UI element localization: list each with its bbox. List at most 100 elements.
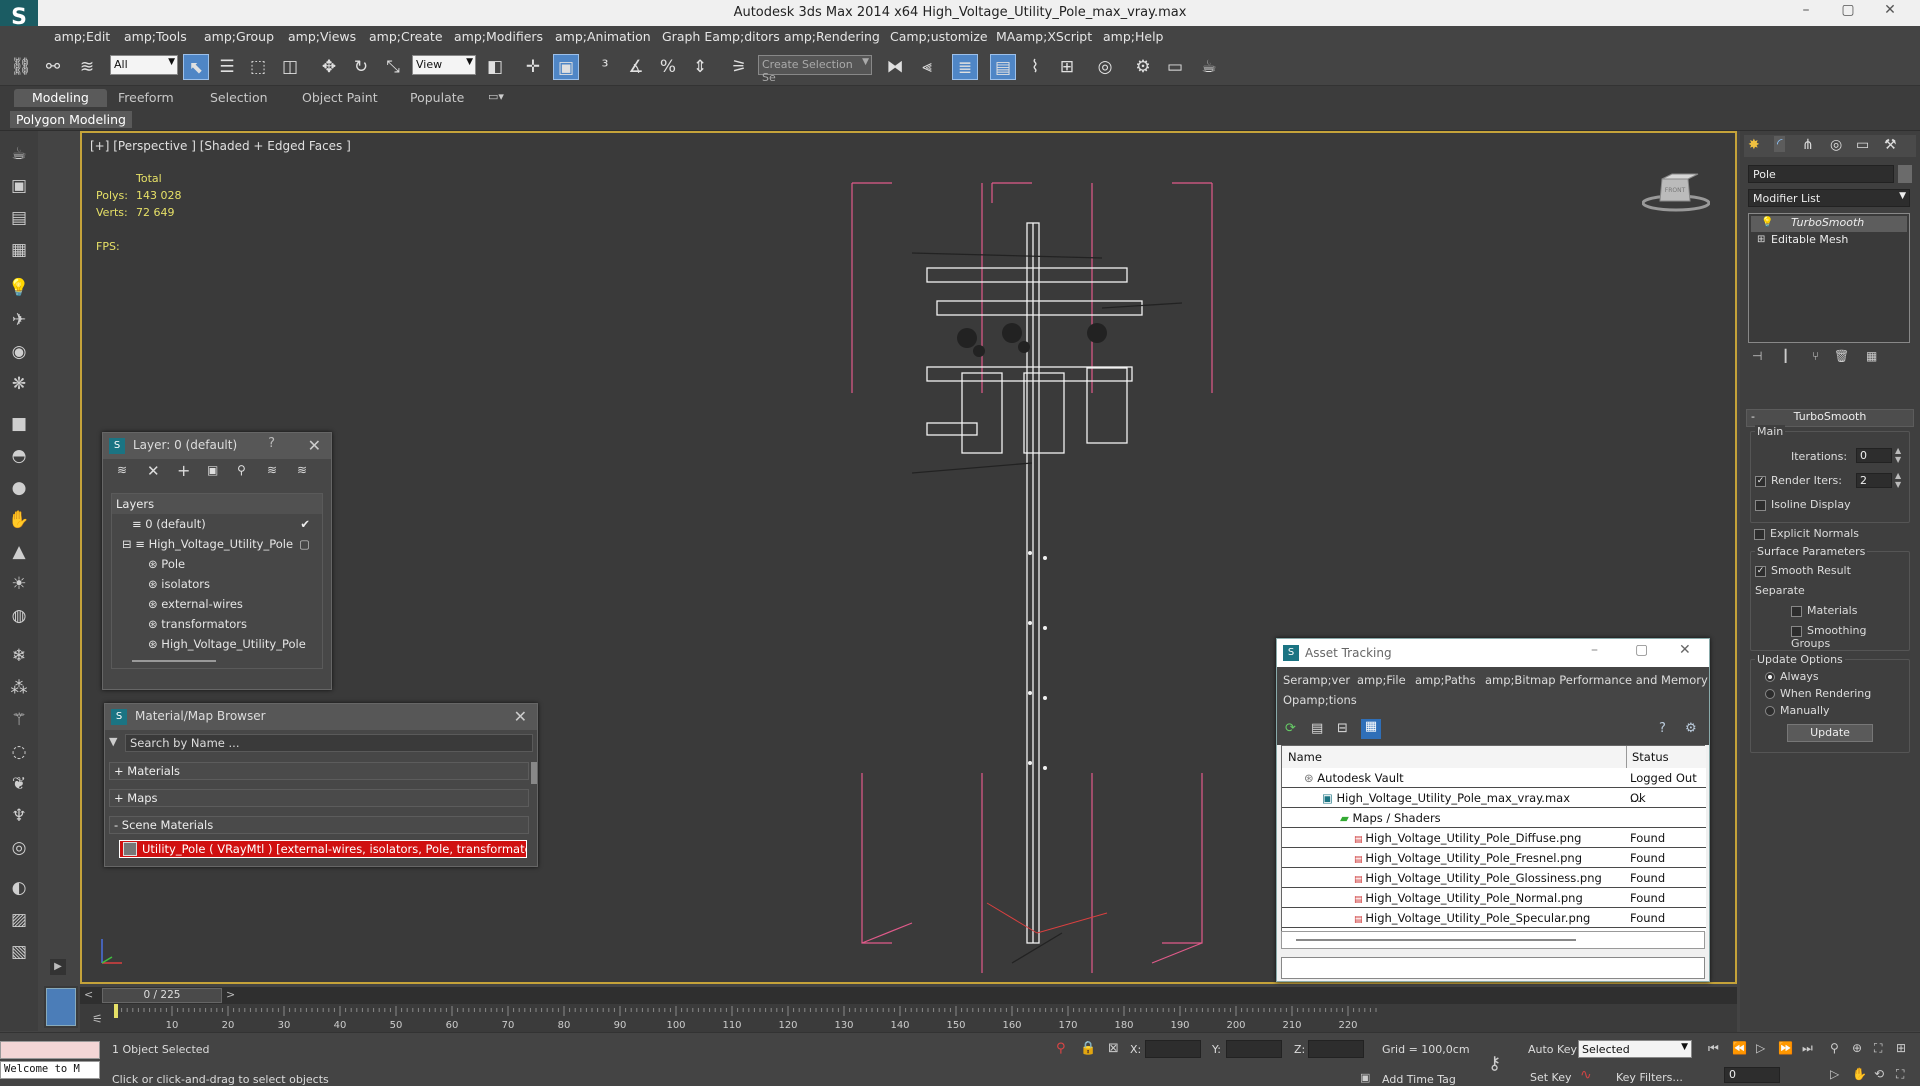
ribbon-toggle-icon[interactable]: ▤ bbox=[990, 54, 1016, 80]
zoom-all-icon[interactable]: ⊕ bbox=[1852, 1041, 1862, 1055]
scene-materials-group[interactable]: - Scene Materials bbox=[109, 816, 529, 834]
menu-tools[interactable]: amp;Tools bbox=[124, 26, 187, 44]
time-tag-icon[interactable]: ▣ bbox=[1360, 1071, 1370, 1084]
menu-options[interactable]: Opamp;tions bbox=[1283, 693, 1357, 707]
bind-spacewarp-icon[interactable]: ≋ bbox=[74, 54, 100, 80]
skeleton-icon[interactable]: ⚚ bbox=[6, 707, 32, 733]
horizontal-scrollbar[interactable] bbox=[132, 660, 216, 662]
maxscript-listener-white[interactable]: Welcome to M bbox=[0, 1061, 100, 1079]
schematic-view-icon[interactable]: ⊞ bbox=[1054, 54, 1080, 80]
close-icon[interactable]: ✕ bbox=[514, 707, 527, 726]
snap-toggle-icon[interactable]: ³ bbox=[592, 54, 618, 80]
go-to-end-icon[interactable]: ⏭ bbox=[1802, 1041, 1813, 1056]
pin-stack-icon[interactable]: ⊣ bbox=[1752, 349, 1762, 363]
viewport-label[interactable]: [+] [Perspective ] [Shaded + Edged Faces… bbox=[90, 139, 351, 153]
rendered-frame-window-icon[interactable]: ▭ bbox=[1162, 54, 1188, 80]
object-color-swatch[interactable] bbox=[1898, 165, 1912, 183]
zoom-icon[interactable]: ⚲ bbox=[1830, 1041, 1839, 1055]
delete-layer-icon[interactable]: ✕ bbox=[147, 462, 160, 480]
freeze-all-layers-icon[interactable]: ≋ bbox=[297, 463, 307, 477]
layers-column-header[interactable]: Layers bbox=[112, 494, 322, 514]
radio-on-icon[interactable] bbox=[1765, 672, 1775, 682]
smoothing-groups-check-icon[interactable] bbox=[1791, 625, 1802, 637]
scale-icon[interactable]: ⤡ bbox=[380, 54, 406, 80]
timeline-toggle-button[interactable] bbox=[46, 988, 76, 1026]
tab-modeling[interactable]: Modeling bbox=[14, 89, 107, 107]
chevron-down-icon[interactable]: ▼ bbox=[109, 735, 117, 748]
texture-icon[interactable]: ◎ bbox=[6, 835, 32, 861]
layer-row-pole-object[interactable]: ⊛ High_Voltage_Utility_Pole bbox=[112, 634, 322, 654]
layer-row-transformators[interactable]: ⊛ transformators bbox=[112, 614, 322, 634]
key-icon[interactable]: ⚷ bbox=[1488, 1053, 1501, 1074]
hierarchy-tab-icon[interactable]: ⋔ bbox=[1802, 137, 1814, 153]
make-unique-icon[interactable]: ⑂ bbox=[1812, 349, 1819, 363]
column-divider[interactable] bbox=[1626, 746, 1627, 768]
zoom-extents-all-icon[interactable]: ⊞ bbox=[1896, 1041, 1906, 1055]
scene-material-item[interactable]: Utility_Pole ( VRayMtl ) [external-wires… bbox=[119, 840, 527, 858]
manually-radio[interactable]: Manually bbox=[1765, 704, 1830, 717]
menu-views[interactable]: amp;Views bbox=[288, 26, 356, 44]
render-iters-check-icon[interactable]: ✓ bbox=[1755, 475, 1766, 487]
render-iters-checkbox[interactable]: ✓ Render Iters: bbox=[1755, 474, 1842, 487]
next-frame-icon[interactable]: > bbox=[226, 988, 235, 1001]
menu-rendering[interactable]: amp;Rendering bbox=[784, 26, 880, 44]
minimize-icon[interactable]: – bbox=[1591, 642, 1598, 658]
render-sphere-icon[interactable]: ◐ bbox=[6, 875, 32, 901]
radio-off-icon[interactable] bbox=[1765, 689, 1775, 699]
dome-icon[interactable]: ◓ bbox=[6, 443, 32, 469]
layer-panel-header[interactable]: S Layer: 0 (default) ? ✕ bbox=[103, 433, 331, 459]
material-browser-header[interactable]: S Material/Map Browser ✕ bbox=[105, 704, 537, 730]
pan-view-icon[interactable]: ✋ bbox=[1852, 1067, 1867, 1081]
render-iters-spinner[interactable]: 2 bbox=[1856, 473, 1892, 488]
layer-row-default[interactable]: ≡ 0 (default) ✔ bbox=[112, 514, 322, 534]
isolate-selection-icon[interactable]: ⚲ bbox=[1056, 1041, 1066, 1056]
ribbon-options-icon[interactable]: ▭▾ bbox=[488, 90, 504, 103]
maximize-button[interactable]: ▢ bbox=[1828, 2, 1868, 24]
menu-paths[interactable]: amp;Paths bbox=[1415, 673, 1476, 687]
curve-editor-icon[interactable]: ⌇ bbox=[1022, 54, 1048, 80]
asset-row-vault[interactable]: ⊛ Autodesk Vault Logged Out ... bbox=[1282, 768, 1706, 805]
named-selection-set-dropdown[interactable]: Create Selection Se ▼ bbox=[758, 55, 872, 84]
keyboard-shortcut-toggle-icon[interactable]: ▣ bbox=[553, 54, 579, 80]
menu-file[interactable]: amp;File bbox=[1357, 673, 1406, 687]
batch-render-icon[interactable]: ▧ bbox=[6, 939, 32, 965]
add-to-layer-icon[interactable]: + bbox=[177, 461, 190, 480]
menu-group[interactable]: amp;Group bbox=[204, 26, 274, 44]
next-frame-icon[interactable]: ⏩ bbox=[1778, 1041, 1793, 1055]
menu-animation[interactable]: amp;Animation bbox=[555, 26, 651, 44]
lightbulb-icon[interactable]: 💡 bbox=[1761, 217, 1773, 228]
layer-row-pole[interactable]: ⊛ Pole bbox=[112, 554, 322, 574]
pivot-center-icon[interactable]: ◧ bbox=[482, 54, 508, 80]
explicit-normals-checkbox[interactable]: Explicit Normals bbox=[1754, 527, 1859, 540]
materials-group[interactable]: + Materials bbox=[109, 762, 529, 780]
new-layer-icon[interactable]: ≋ bbox=[117, 463, 127, 477]
spinner-snap-icon[interactable]: ⇕ bbox=[687, 54, 713, 80]
asset-row-specular[interactable]: ▤ High_Voltage_Utility_Pole_Specular.png… bbox=[1282, 908, 1706, 928]
close-button[interactable]: ✕ bbox=[1870, 2, 1910, 24]
field-of-view-icon[interactable]: ▷ bbox=[1830, 1067, 1839, 1081]
align-icon[interactable]: ⫷ bbox=[914, 54, 940, 80]
tab-freeform[interactable]: Freeform bbox=[100, 89, 192, 107]
menu-maxscript[interactable]: MAamp;XScript bbox=[996, 26, 1092, 44]
polygon-modeling-panel[interactable]: Polygon Modeling bbox=[10, 111, 132, 128]
menu-customize[interactable]: Camp;ustomize bbox=[890, 26, 988, 44]
x-coordinate-field[interactable] bbox=[1145, 1040, 1201, 1058]
menu-help[interactable]: amp;Help bbox=[1103, 26, 1163, 44]
maximize-icon[interactable]: ▢ bbox=[1635, 642, 1648, 658]
material-search-input[interactable]: Search by Name ... bbox=[125, 734, 533, 752]
menu-server[interactable]: Seramp;ver bbox=[1283, 673, 1350, 687]
play-icon[interactable]: ▷ bbox=[1756, 1041, 1765, 1055]
tab-selection[interactable]: Selection bbox=[192, 89, 286, 107]
teapot-icon[interactable]: ☕ bbox=[6, 141, 32, 167]
close-icon[interactable]: ✕ bbox=[1679, 642, 1691, 658]
asset-tracking-header[interactable]: S Asset Tracking – ▢ ✕ bbox=[1277, 639, 1709, 667]
auto-key-button[interactable]: Auto Key bbox=[1528, 1043, 1577, 1056]
layer-manager-icon[interactable]: ≣ bbox=[952, 54, 978, 80]
help-icon[interactable]: ? bbox=[268, 436, 275, 451]
material-sphere-icon[interactable]: ◍ bbox=[6, 603, 32, 629]
hair-icon[interactable]: ♆ bbox=[6, 803, 32, 829]
time-slider[interactable]: < 0 / 225 > bbox=[80, 987, 1737, 1004]
tab-populate[interactable]: Populate bbox=[392, 89, 482, 107]
menu-bitmap-performance[interactable]: amp;Bitmap Performance and Memory bbox=[1485, 673, 1708, 687]
rect-selection-icon[interactable]: ⬚ bbox=[245, 54, 271, 80]
